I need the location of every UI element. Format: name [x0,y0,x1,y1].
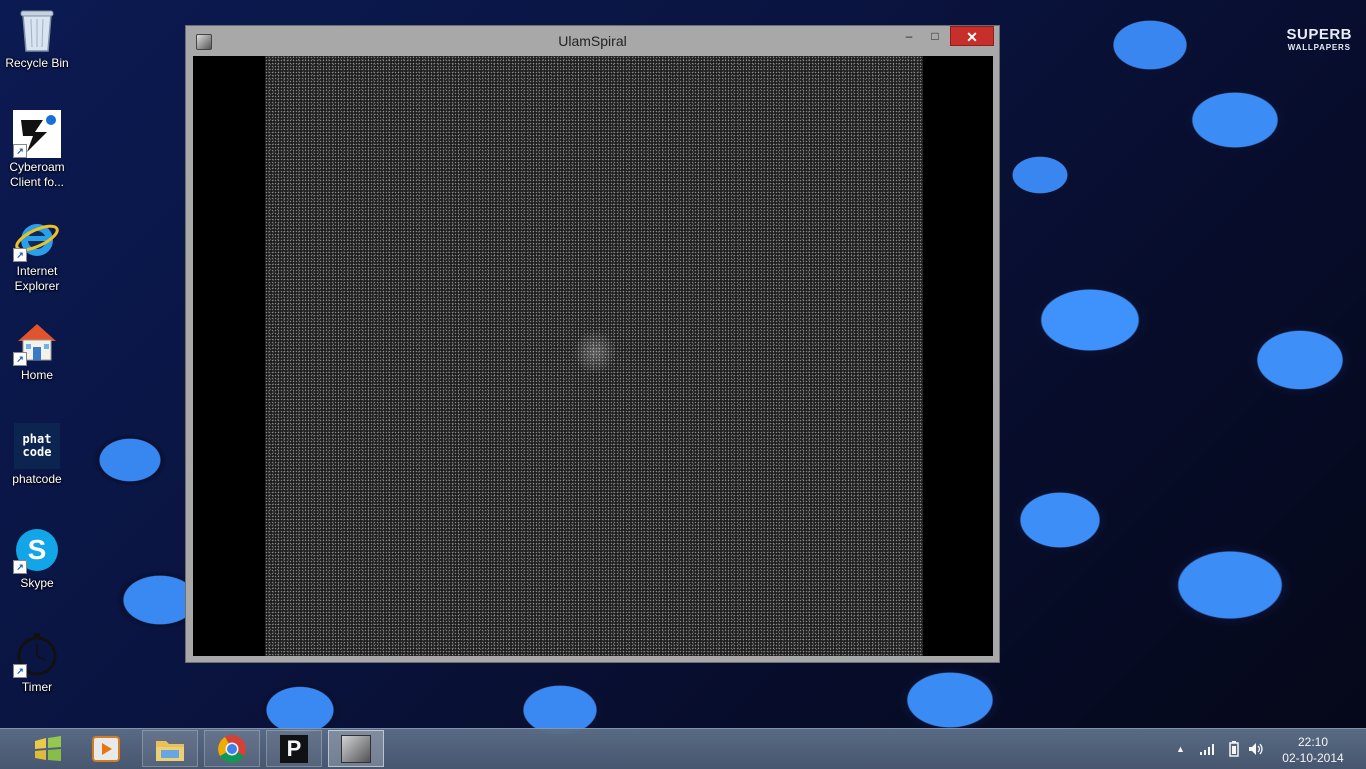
taskbar: P ▲ 22:10 02-10-2014 [0,728,1366,769]
clock-date: 02-10-2014 [1282,751,1344,765]
file-explorer-button[interactable] [142,730,198,767]
skype-icon: S ↗ [13,526,61,574]
wallpaper-watermark: SUPERB WALLPAPERS [1286,26,1352,54]
chrome-button[interactable] [204,730,260,767]
desktop-icon-internet-explorer[interactable]: ↗ Internet Explorer [2,214,72,294]
media-player-button[interactable] [78,730,134,767]
chevron-up-icon: ▲ [1176,744,1185,754]
desktop-icon-label: phatcode [12,472,62,486]
close-button[interactable]: ✕ [950,26,994,46]
shortcut-arrow-icon: ↗ [13,144,27,158]
shortcut-arrow-icon: ↗ [13,352,27,366]
desktop-icon-label: Internet Explorer [14,264,60,293]
media-player-icon [92,735,120,762]
chrome-icon [218,734,246,763]
desktop-icon-cyberoam[interactable]: ↗ Cyberoam Client fo... [2,110,72,190]
desktop-icon-label: Recycle Bin [5,56,69,70]
internet-explorer-icon: ↗ [13,214,61,262]
watermark-line2: WALLPAPERS [1287,43,1351,52]
desktop-icon-label: Cyberoam Client fo... [9,160,65,189]
desktop-icon-recycle-bin[interactable]: Recycle Bin [2,6,72,71]
recycle-bin-icon [13,6,61,54]
window-client-area [193,56,993,656]
volume-icon[interactable] [1248,729,1264,769]
maximize-button[interactable]: □ [924,26,946,46]
timer-icon: ↗ [13,630,61,678]
shortcut-arrow-icon: ↗ [13,664,27,678]
shortcut-arrow-icon: ↗ [13,248,27,262]
start-button[interactable] [20,730,76,767]
desktop-icon-label: Home [20,368,53,382]
desktop-icon-phatcode[interactable]: phat code phatcode [2,422,72,487]
p-app-icon: P [280,734,308,763]
desktop-icon-home[interactable]: ↗ Home [2,318,72,383]
home-icon: ↗ [13,318,61,366]
desktop-icon-label: Skype [20,576,54,590]
ulamspiral-window[interactable]: UlamSpiral – □ ✕ [185,25,1000,663]
cyberoam-icon: ↗ [13,110,61,158]
taskbar-clock[interactable]: 22:10 02-10-2014 [1278,734,1348,766]
clock-time: 22:10 [1297,735,1329,749]
phatcode-icon: phat code [13,422,61,470]
minimize-button[interactable]: – [898,26,920,46]
p-app-button[interactable]: P [266,730,322,767]
desktop-icon-skype[interactable]: S ↗ Skype [2,526,72,591]
window-title: UlamSpiral [558,33,627,49]
network-icon[interactable] [1200,729,1216,769]
ulamspiral-taskbar-button[interactable] [328,730,384,767]
desktop-icon-timer[interactable]: ↗ Timer [2,630,72,695]
ulamspiral-app-icon [341,734,371,763]
ulam-spiral-canvas [265,56,923,656]
phatcode-icon-text: phat code [14,423,60,469]
folder-icon [156,740,184,761]
windows-start-icon [35,735,61,761]
watermark-line1: SUPERB [1286,26,1352,43]
show-hidden-icons-button[interactable]: ▲ [1176,729,1185,769]
desktop-icon-label: Timer [21,680,53,694]
battery-icon[interactable] [1229,729,1239,769]
shortcut-arrow-icon: ↗ [13,560,27,574]
window-titlebar[interactable]: UlamSpiral – □ ✕ [186,26,999,56]
